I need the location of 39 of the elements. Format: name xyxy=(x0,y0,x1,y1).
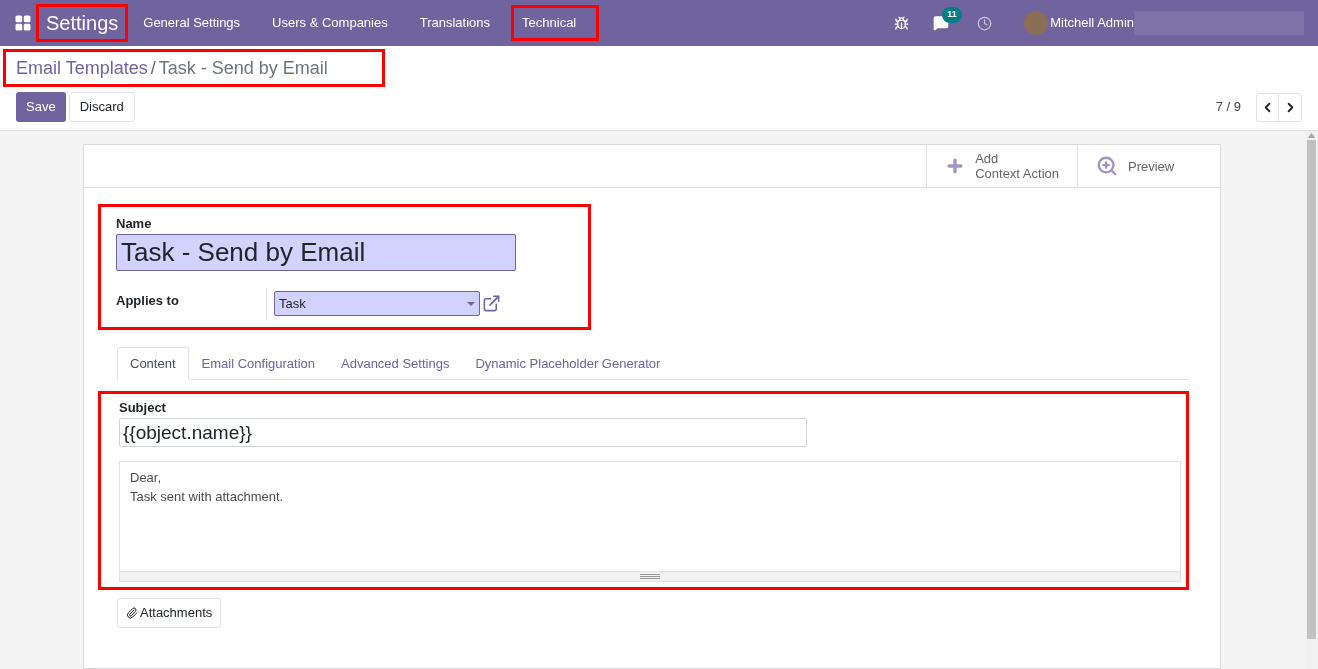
applies-to-select[interactable]: Task xyxy=(274,291,480,316)
user-name[interactable]: Mitchell Admin xyxy=(1050,13,1134,33)
resize-handle-icon xyxy=(640,573,660,579)
form-tab[interactable]: Dynamic Placeholder Generator xyxy=(462,347,674,380)
message-count-badge: 11 xyxy=(942,7,962,23)
dropdown-caret-icon xyxy=(467,301,475,306)
breadcrumb-separator: / xyxy=(150,56,156,80)
bug-icon[interactable] xyxy=(894,15,910,31)
breadcrumb-link[interactable]: Email Templates xyxy=(16,54,148,82)
pager-value: 7 / 9 xyxy=(1215,98,1241,117)
applies-to-label: Applies to xyxy=(116,291,180,310)
paperclip-icon xyxy=(126,606,138,619)
menu-item[interactable]: General Settings xyxy=(132,5,252,41)
discard-button[interactable]: Discard xyxy=(68,92,135,122)
scroll-up-arrow-icon xyxy=(1308,133,1315,138)
zoom-in-icon xyxy=(1096,155,1118,177)
clock-icon[interactable] xyxy=(977,15,993,31)
form-tab[interactable]: Advanced Settings xyxy=(328,347,463,380)
scrollbar-thumb[interactable] xyxy=(1307,140,1316,639)
app-title[interactable]: Settings xyxy=(36,4,129,42)
form-tab[interactable]: Email Configuration xyxy=(188,347,328,380)
preview-button[interactable]: Preview xyxy=(1077,145,1220,187)
body-text-line: Task sent with attachment. xyxy=(130,487,285,506)
body-text-line: Dear, xyxy=(130,468,163,487)
external-link-icon[interactable] xyxy=(482,294,501,313)
save-button[interactable]: Save xyxy=(16,92,66,122)
body-editor[interactable]: Dear, Task sent with attachment. xyxy=(119,460,1181,582)
subject-label: Subject xyxy=(119,399,167,417)
name-field[interactable]: Task - Send by Email xyxy=(116,233,516,271)
add-context-action-button[interactable]: Add Context Action xyxy=(926,145,1077,187)
menu-item[interactable]: Users & Companies xyxy=(261,5,399,41)
menu-item[interactable]: Technical xyxy=(511,5,600,41)
subject-field[interactable]: {{object.name}} xyxy=(119,417,807,447)
apps-menu-icon[interactable] xyxy=(14,14,32,32)
menu-item[interactable]: Translations xyxy=(408,5,502,41)
breadcrumb-current: Task - Send by Email xyxy=(158,56,328,80)
form-tab[interactable]: Content xyxy=(117,347,189,380)
name-label: Name xyxy=(116,215,153,233)
attachments-button[interactable]: Attachments xyxy=(117,597,222,628)
